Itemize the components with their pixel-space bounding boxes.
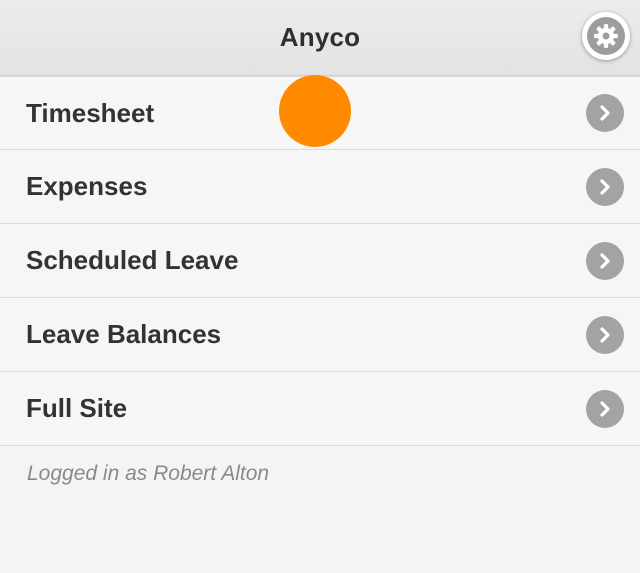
chevron-right-icon	[586, 167, 624, 206]
page-title: Anyco	[279, 22, 361, 52]
settings-button[interactable]	[582, 12, 630, 60]
header-bar: Anyco	[0, 0, 640, 76]
menu-item-scheduled-leave[interactable]: Scheduled Leave	[0, 224, 640, 298]
gear-icon	[587, 17, 625, 55]
touch-indicator	[279, 75, 351, 147]
menu-item-label: Timesheet	[26, 97, 155, 128]
menu-item-expenses[interactable]: Expenses	[0, 150, 640, 224]
app-screen: Anyco Timesheet Expenses Scheduled Leave…	[0, 0, 640, 573]
menu-item-leave-balances[interactable]: Leave Balances	[0, 298, 640, 372]
menu-item-label: Expenses	[26, 171, 148, 201]
chevron-right-icon	[586, 241, 624, 280]
chevron-right-icon	[586, 94, 624, 132]
menu-item-label: Scheduled Leave	[26, 245, 239, 275]
menu-item-full-site[interactable]: Full Site	[0, 372, 640, 446]
menu-item-label: Leave Balances	[26, 319, 222, 349]
chevron-right-icon	[586, 315, 624, 354]
chevron-right-icon	[586, 389, 624, 428]
menu-item-label: Full Site	[26, 393, 128, 423]
login-status: Logged in as Robert Alton	[27, 462, 270, 485]
